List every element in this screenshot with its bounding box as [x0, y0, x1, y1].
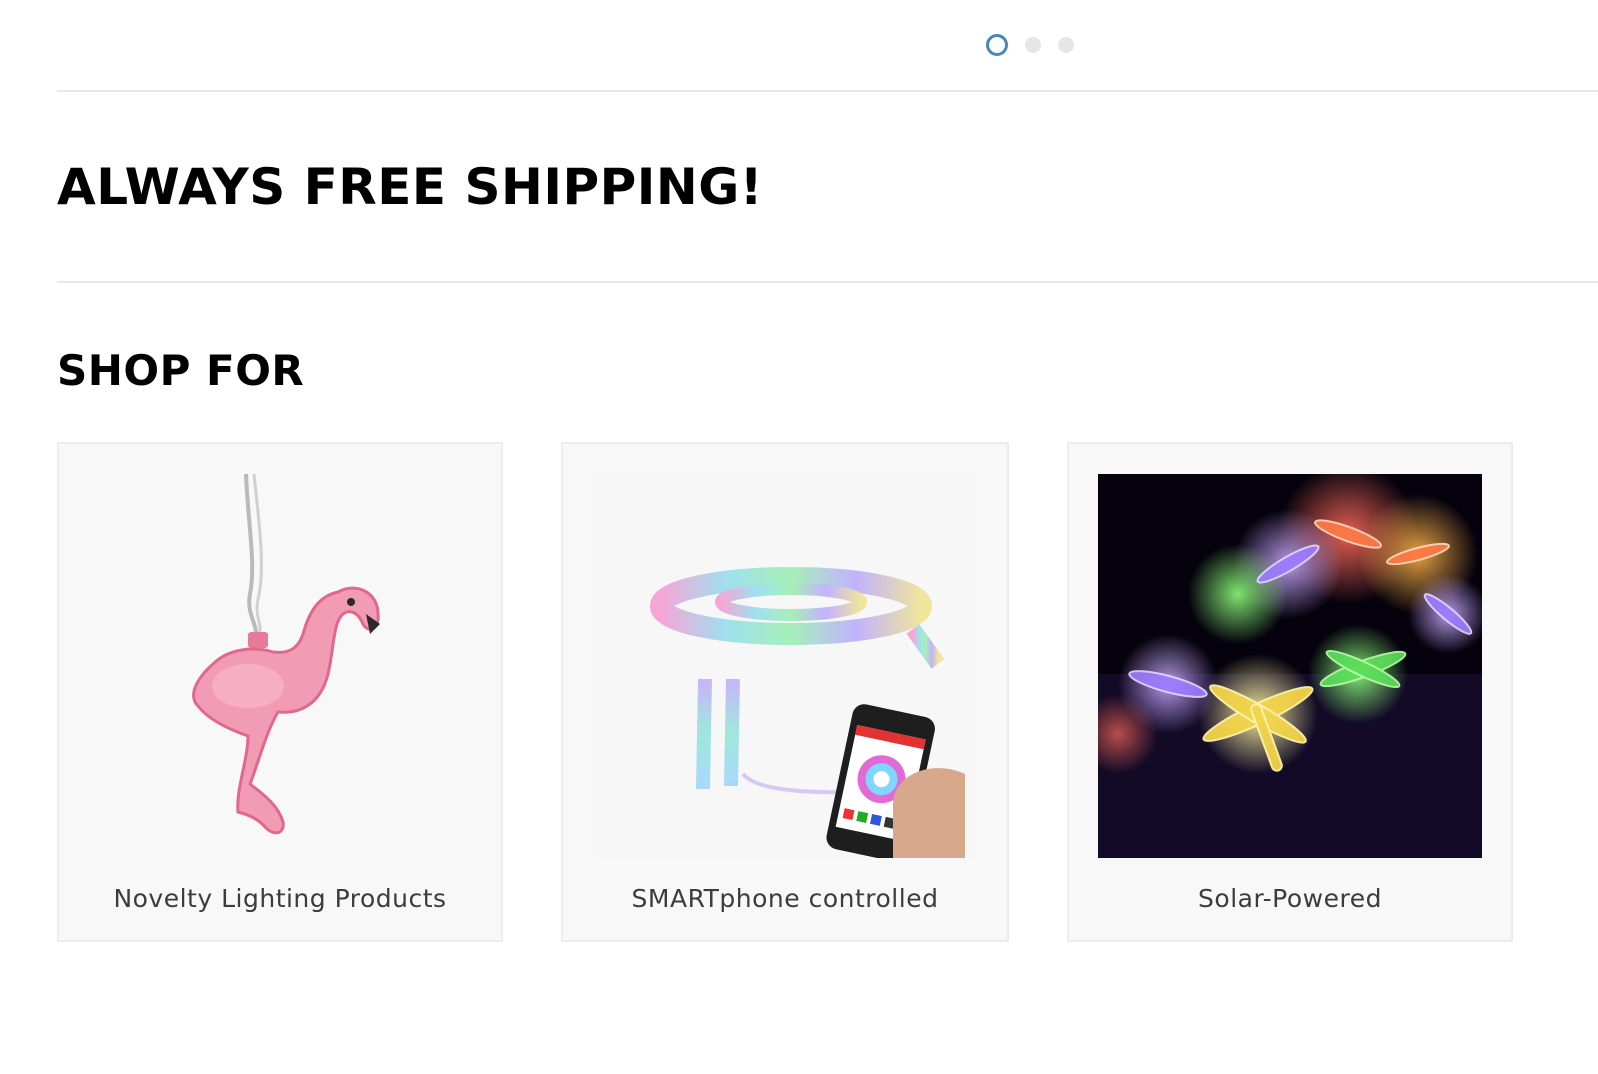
- dragonfly-icon: [1098, 474, 1482, 858]
- led-strip-phone-image[interactable]: [593, 474, 977, 858]
- category-card-smartphone[interactable]: SMARTphone controlled: [561, 442, 1009, 942]
- divider-middle: [57, 281, 1598, 283]
- carousel-dot-3[interactable]: [1058, 37, 1074, 53]
- carousel-dot-2[interactable]: [1025, 37, 1041, 53]
- carousel-dots: [986, 34, 1074, 56]
- dragonfly-lights-image[interactable]: [1098, 474, 1482, 858]
- category-label[interactable]: SMARTphone controlled: [563, 884, 1007, 913]
- shop-for-heading: SHOP FOR: [57, 346, 305, 395]
- flamingo-icon: [88, 474, 472, 858]
- free-shipping-banner: ALWAYS FREE SHIPPING!: [57, 158, 764, 216]
- category-card-novelty[interactable]: Novelty Lighting Products: [57, 442, 503, 942]
- category-label[interactable]: Novelty Lighting Products: [59, 884, 501, 913]
- flamingo-light-image[interactable]: [88, 474, 472, 858]
- category-card-solar[interactable]: Solar-Powered: [1067, 442, 1513, 942]
- divider-top: [57, 90, 1598, 92]
- category-label[interactable]: Solar-Powered: [1069, 884, 1511, 913]
- carousel-dot-1[interactable]: [986, 34, 1008, 56]
- page: ALWAYS FREE SHIPPING! SHOP FOR Novelty L…: [0, 0, 1598, 1074]
- led-strip-icon: [593, 474, 977, 858]
